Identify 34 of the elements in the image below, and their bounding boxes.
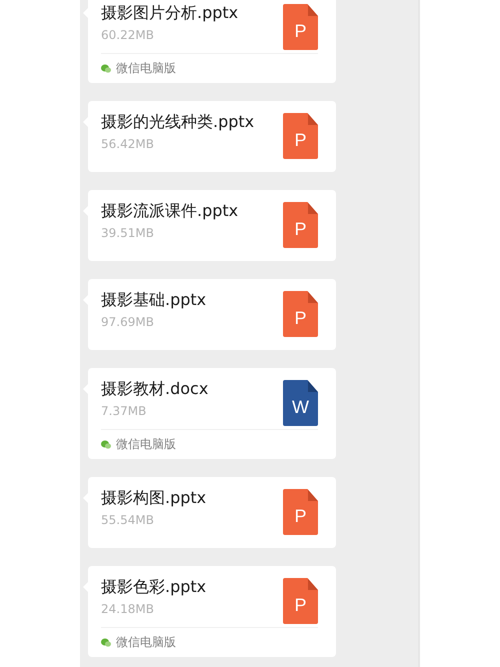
file-size: 55.54MB: [101, 512, 155, 528]
file-name: 摄影色彩.pptx: [101, 576, 206, 598]
file-type-icon: P: [283, 578, 318, 624]
wechat-icon: [101, 64, 111, 73]
file-name: 摄影的光线种类.pptx: [101, 111, 254, 133]
file-type-icon: P: [283, 202, 318, 248]
file-type-icon: P: [283, 291, 318, 337]
file-type-icon: P: [283, 4, 318, 50]
file-size: 60.22MB: [101, 27, 155, 43]
file-message[interactable]: 摄影的光线种类.pptx 56.42MB P: [88, 101, 336, 172]
file-name: 摄影流派课件.pptx: [101, 200, 238, 222]
file-name: 摄影构图.pptx: [101, 487, 206, 509]
source-label: 微信电脑版: [116, 634, 176, 651]
wechat-icon: [101, 638, 111, 647]
file-size: 56.42MB: [101, 136, 155, 152]
file-message[interactable]: 摄影图片分析.pptx 60.22MB P 微信电脑版: [88, 0, 336, 83]
file-size: 39.51MB: [101, 225, 155, 241]
file-type-icon: P: [283, 113, 318, 159]
source-label: 微信电脑版: [116, 436, 176, 453]
file-name: 摄影基础.pptx: [101, 289, 206, 311]
file-message[interactable]: 摄影构图.pptx 55.54MB P: [88, 477, 336, 548]
file-name: 摄影教材.docx: [101, 378, 208, 400]
file-message[interactable]: 摄影色彩.pptx 24.18MB P 微信电脑版: [88, 566, 336, 657]
file-name: 摄影图片分析.pptx: [101, 2, 238, 24]
source-label: 微信电脑版: [116, 60, 176, 77]
wechat-icon: [101, 440, 111, 449]
file-size: 7.37MB: [101, 403, 148, 419]
file-size: 24.18MB: [101, 601, 155, 617]
file-message[interactable]: 摄影流派课件.pptx 39.51MB P: [88, 190, 336, 261]
file-message[interactable]: 摄影教材.docx 7.37MB W 微信电脑版: [88, 368, 336, 459]
file-type-icon: W: [283, 380, 318, 426]
file-message[interactable]: 摄影基础.pptx 97.69MB P: [88, 279, 336, 350]
file-size: 97.69MB: [101, 314, 155, 330]
file-type-icon: P: [283, 489, 318, 535]
